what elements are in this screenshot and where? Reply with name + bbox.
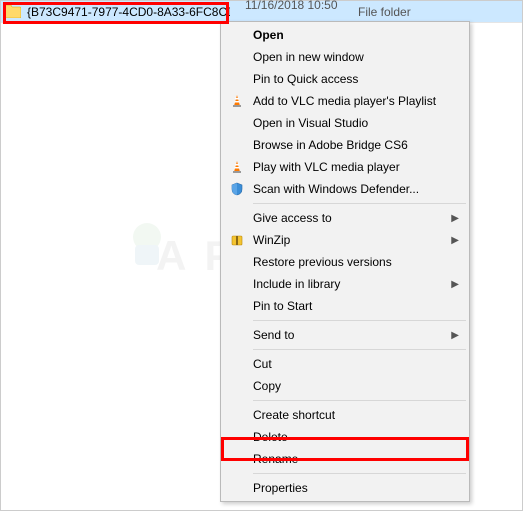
menu-give-access-to[interactable]: Give access to ▶ (223, 207, 467, 229)
folder-icon (5, 5, 21, 18)
menu-create-shortcut[interactable]: Create shortcut (223, 404, 467, 426)
menu-open-visual-studio[interactable]: Open in Visual Studio (223, 112, 467, 134)
menu-separator (253, 320, 466, 321)
menu-vlc-add-playlist[interactable]: Add to VLC media player's Playlist (223, 90, 467, 112)
menu-separator (253, 349, 466, 350)
winzip-icon (229, 232, 245, 248)
menu-include-in-library[interactable]: Include in library ▶ (223, 273, 467, 295)
menu-send-to[interactable]: Send to ▶ (223, 324, 467, 346)
menu-properties[interactable]: Properties (223, 477, 467, 499)
menu-separator (253, 400, 466, 401)
menu-separator (253, 203, 466, 204)
menu-open[interactable]: Open (223, 24, 467, 46)
menu-open-new-window[interactable]: Open in new window (223, 46, 467, 68)
file-type: File folder (350, 5, 411, 19)
vlc-cone-icon (229, 159, 245, 175)
submenu-arrow-icon: ▶ (451, 213, 459, 224)
watermark-logo-icon (117, 215, 177, 275)
menu-delete[interactable]: Delete (223, 426, 467, 448)
menu-winzip[interactable]: WinZip ▶ (223, 229, 467, 251)
file-name: {B73C9471-7977-4CD0-8A33-6FC8CDE97... (27, 5, 230, 19)
defender-shield-icon (229, 181, 245, 197)
submenu-arrow-icon: ▶ (451, 235, 459, 246)
menu-cut[interactable]: Cut (223, 353, 467, 375)
menu-pin-quick-access[interactable]: Pin to Quick access (223, 68, 467, 90)
menu-copy[interactable]: Copy (223, 375, 467, 397)
submenu-arrow-icon: ▶ (451, 330, 459, 341)
menu-pin-to-start[interactable]: Pin to Start (223, 295, 467, 317)
menu-restore-previous[interactable]: Restore previous versions (223, 251, 467, 273)
menu-vlc-play[interactable]: Play with VLC media player (223, 156, 467, 178)
vlc-cone-icon (229, 93, 245, 109)
menu-rename[interactable]: Rename (223, 448, 467, 470)
menu-scan-defender[interactable]: Scan with Windows Defender... (223, 178, 467, 200)
menu-separator (253, 473, 466, 474)
context-menu: Open Open in new window Pin to Quick acc… (220, 21, 470, 502)
file-row-selected[interactable]: {B73C9471-7977-4CD0-8A33-6FC8CDE97... 11… (1, 1, 522, 23)
submenu-arrow-icon: ▶ (451, 279, 459, 290)
menu-browse-bridge[interactable]: Browse in Adobe Bridge CS6 (223, 134, 467, 156)
